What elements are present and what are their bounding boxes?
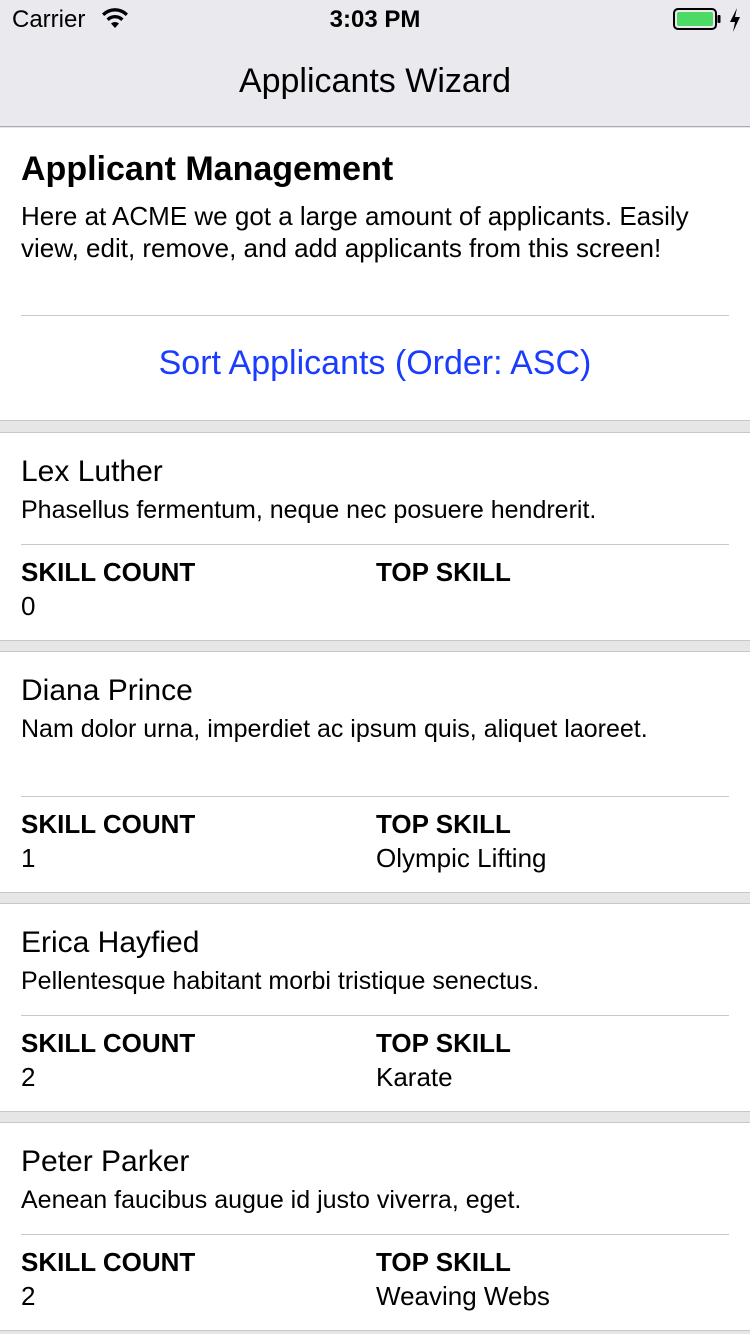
top-skill-label: TOP SKILL [376, 1028, 511, 1058]
top-skill-label: TOP SKILL [376, 1247, 511, 1277]
nav-title: Applicants Wizard [238, 62, 512, 100]
charging-bolt-icon [730, 8, 740, 32]
page-title: Applicant Management [21, 150, 394, 188]
applicant-name: Diana Prince [21, 674, 193, 707]
divider [21, 1015, 729, 1016]
clock-time: 3:03 PM [329, 6, 421, 33]
applicant-name: Peter Parker [21, 1145, 190, 1178]
applicant-name: Lex Luther [21, 455, 163, 488]
status-bar: Carrier 3:03 PM [0, 0, 750, 40]
skill-count-label: SKILL COUNT [21, 557, 196, 587]
top-skill-value: Karate [376, 1062, 453, 1092]
applicant-card[interactable]: Peter Parker Aenean faucibus augue id ju… [0, 1122, 750, 1331]
skill-count-value: 1 [21, 843, 36, 873]
skill-count-label: SKILL COUNT [21, 809, 196, 839]
applicant-description: Phasellus fermentum, neque nec posuere h… [21, 496, 597, 524]
page-description: Here at ACME we got a large amount of ap… [21, 201, 689, 263]
divider [21, 796, 729, 797]
skill-count-value: 2 [21, 1281, 36, 1311]
battery-icon [673, 8, 721, 30]
skill-count-label: SKILL COUNT [21, 1247, 196, 1277]
applicant-description: Aenean faucibus augue id justo viverra, … [21, 1186, 522, 1214]
header-card: Applicant Management Here at ACME we got… [0, 128, 750, 421]
divider [21, 1234, 729, 1235]
applicant-card[interactable]: Erica Hayfied Pellentesque habitant morb… [0, 903, 750, 1112]
top-skill-value: Olympic Lifting [376, 843, 547, 873]
top-skill-label: TOP SKILL [376, 557, 511, 587]
applicant-card[interactable]: Diana Prince Nam dolor urna, imperdiet a… [0, 651, 750, 893]
applicant-name: Erica Hayfied [21, 926, 200, 959]
applicant-description: Nam dolor urna, imperdiet ac ipsum quis,… [21, 715, 648, 743]
top-skill-label: TOP SKILL [376, 809, 511, 839]
navigation-bar: Applicants Wizard [0, 40, 750, 127]
skill-count-value: 0 [21, 591, 36, 621]
skill-count-label: SKILL COUNT [21, 1028, 196, 1058]
applicant-card[interactable]: Lex Luther Phasellus fermentum, neque ne… [0, 432, 750, 641]
divider [21, 544, 729, 545]
sort-applicants-button[interactable]: Sort Applicants (Order: ASC) [0, 344, 750, 383]
skill-count-value: 2 [21, 1062, 36, 1092]
top-skill-value: Weaving Webs [376, 1281, 550, 1311]
applicant-description: Pellentesque habitant morbi tristique se… [21, 967, 540, 995]
divider [21, 315, 729, 316]
